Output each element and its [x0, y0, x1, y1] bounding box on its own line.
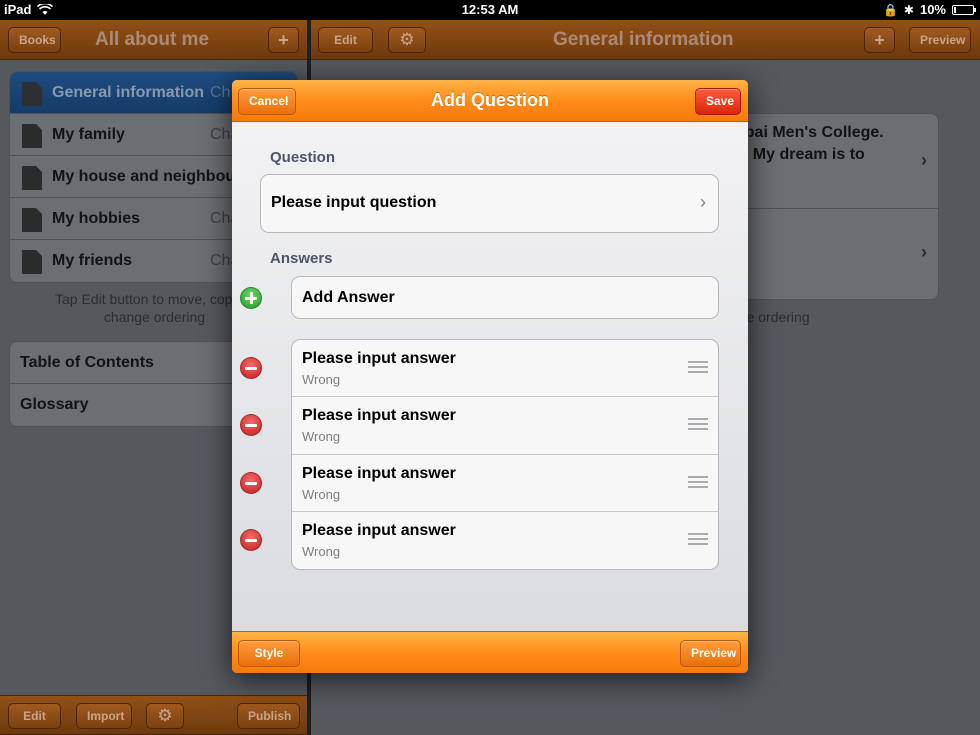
gear-icon[interactable]: ⚙: [388, 27, 426, 53]
document-icon: [22, 82, 42, 106]
delete-answer-icon[interactable]: [240, 357, 262, 379]
preview-chapter-button[interactable]: Preview: [909, 27, 971, 53]
content-text: ubai Men's College. s. My dream is to: [735, 124, 884, 163]
answer-row[interactable]: Please input answer Wrong: [292, 397, 718, 455]
answer-text: Please input answer: [302, 407, 456, 425]
question-section-header: Question: [270, 149, 336, 166]
reorder-handle-icon[interactable]: [688, 361, 708, 376]
gear-icon[interactable]: ⚙: [146, 703, 184, 729]
chapter-title: General information: [553, 29, 734, 50]
chevron-right-icon: ›: [700, 192, 706, 212]
answer-text: Please input answer: [302, 350, 456, 367]
question-placeholder: Please input question: [271, 194, 437, 211]
delete-answer-icon[interactable]: [240, 472, 262, 494]
battery-icon: [952, 4, 976, 15]
preview-question-button[interactable]: Preview: [680, 640, 741, 667]
dialog-header: Cancel Add Question Save: [232, 80, 748, 122]
battery-percent: 10%: [919, 2, 946, 17]
right-top-bar: Edit ⚙ General information + Preview: [311, 20, 980, 60]
answer-status: Wrong: [302, 429, 341, 445]
dialog-title: Add Question: [431, 90, 549, 110]
reorder-handle-icon[interactable]: [688, 418, 708, 433]
chevron-right-icon: ›: [921, 150, 927, 170]
answer-row[interactable]: Please input answer Wrong: [292, 512, 718, 569]
left-bottom-bar: Edit Import ⚙ Publish: [0, 695, 307, 735]
clock: 12:53 AM: [461, 2, 519, 17]
books-button[interactable]: Books: [8, 27, 61, 53]
answer-status: Wrong: [302, 543, 341, 559]
reorder-handle-icon[interactable]: [688, 475, 708, 491]
add-answer-button[interactable]: Add Answer: [291, 276, 719, 319]
delete-answer-icon[interactable]: [240, 529, 262, 551]
edit-content-button[interactable]: Edit: [318, 27, 373, 53]
dialog-footer: Style Preview: [232, 631, 748, 673]
answers-section-header: Answers: [270, 250, 333, 267]
bluetooth-icon: ✱: [903, 2, 914, 17]
edit-chapters-button[interactable]: Edit: [8, 703, 61, 729]
answer-row[interactable]: Please input answer Wrong: [292, 340, 718, 398]
reorder-handle-icon[interactable]: [688, 532, 708, 548]
answer-text: Please input answer: [302, 521, 456, 539]
answer-row[interactable]: Please input answer Wrong: [292, 455, 718, 512]
document-icon: [22, 124, 42, 148]
book-title: All about me: [95, 29, 210, 50]
answer-status: Wrong: [302, 486, 341, 502]
document-icon: [22, 166, 42, 190]
status-bar: iPad 12:53 AM 🔒 ✱ 10%: [0, 0, 980, 20]
delete-answer-icon[interactable]: [240, 414, 262, 436]
question-input[interactable]: Please input question ›: [260, 174, 719, 233]
chevron-right-icon: ›: [921, 242, 927, 262]
publish-button[interactable]: Publish: [237, 703, 300, 729]
answer-list: Please input answer Wrong Please input a…: [291, 339, 719, 570]
save-button[interactable]: Save: [695, 88, 741, 115]
add-chapter-button[interactable]: +: [268, 27, 299, 53]
answer-status: Wrong: [302, 372, 341, 387]
import-button[interactable]: Import: [76, 703, 132, 729]
rotation-lock-icon: 🔒: [882, 2, 898, 17]
answer-text: Please input answer: [302, 464, 456, 482]
document-icon: [22, 208, 42, 232]
add-icon[interactable]: [240, 287, 262, 309]
add-question-dialog: Cancel Add Question Save Question Please…: [232, 80, 748, 673]
document-icon: [22, 250, 42, 274]
style-button[interactable]: Style: [238, 640, 300, 667]
add-page-button[interactable]: +: [864, 27, 895, 53]
left-top-bar: Books All about me +: [0, 20, 307, 60]
